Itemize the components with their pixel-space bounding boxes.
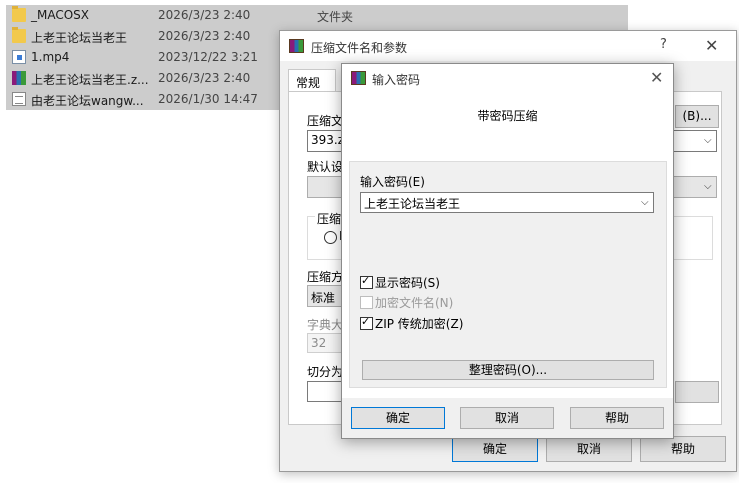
dictionary-size-label: 字典大 bbox=[307, 318, 344, 332]
compression-method-label: 压缩方 bbox=[307, 270, 344, 284]
split-volume-label: 切分为 bbox=[307, 365, 344, 379]
help-icon[interactable]: ? bbox=[660, 37, 667, 52]
password-dialog: 输入密码 ✕ 带密码压缩 输入密码(E) 上老王论坛当老王 ⌵ 显示密码(S) … bbox=[341, 63, 674, 439]
show-password-checkbox[interactable] bbox=[360, 274, 373, 289]
folder-icon bbox=[12, 27, 26, 43]
help-button[interactable]: 帮助 bbox=[640, 436, 726, 462]
file-name: _MACOSX bbox=[31, 8, 90, 22]
close-icon[interactable]: ✕ bbox=[705, 36, 718, 55]
password-dialog-title: 输入密码 bbox=[372, 73, 421, 87]
video-file-icon bbox=[12, 50, 26, 64]
encrypt-filenames-checkbox bbox=[360, 296, 373, 309]
file-date: 2026/3/23 2:40 bbox=[158, 71, 251, 85]
text-file-icon bbox=[12, 92, 26, 106]
ok-button[interactable]: 确定 bbox=[452, 436, 538, 462]
winrar-icon bbox=[289, 39, 304, 53]
default-profile-label: 默认设 bbox=[307, 160, 344, 174]
password-label: 输入密码(E) bbox=[360, 175, 425, 189]
winrar-icon bbox=[351, 71, 366, 85]
encrypt-filenames-label: 加密文件名(N) bbox=[375, 296, 454, 310]
password-dialog-footer: 确定 取消 帮助 bbox=[342, 398, 673, 438]
folder-icon bbox=[12, 6, 26, 22]
password-heading: 带密码压缩 bbox=[477, 109, 538, 123]
organize-passwords-button[interactable]: 整理密码(O)... bbox=[362, 360, 654, 380]
cancel-button[interactable]: 取消 bbox=[546, 436, 632, 462]
chevron-down-icon[interactable]: ⌵ bbox=[704, 181, 712, 192]
zip-legacy-encryption-label: ZIP 传统加密(Z) bbox=[375, 317, 464, 331]
file-date: 2023/12/22 3:21 bbox=[158, 50, 258, 64]
archive-format-label: 压缩 bbox=[315, 210, 344, 227]
password-group: 输入密码(E) 上老王论坛当老王 ⌵ 显示密码(S) 加密文件名(N) ZIP … bbox=[349, 161, 667, 388]
password-dialog-titlebar[interactable]: 输入密码 ✕ bbox=[342, 64, 673, 93]
file-name: 上老王论坛当老王 bbox=[31, 31, 128, 45]
password-input[interactable]: 上老王论坛当老王 ⌵ bbox=[360, 192, 654, 213]
file-date: 2026/3/23 2:40 bbox=[158, 29, 251, 43]
browse-button[interactable]: (B)... bbox=[675, 105, 719, 128]
close-icon[interactable]: ✕ bbox=[650, 68, 663, 87]
tab-general[interactable]: 常规 bbox=[288, 69, 336, 92]
file-date: 2026/1/30 14:47 bbox=[158, 92, 258, 106]
format-radio[interactable] bbox=[324, 231, 337, 244]
cancel-button[interactable]: 取消 bbox=[460, 407, 554, 429]
tab-general-label: 常规 bbox=[296, 76, 321, 90]
rar-archive-icon bbox=[12, 71, 26, 85]
panel-button[interactable] bbox=[675, 381, 719, 403]
chevron-down-icon[interactable]: ⌵ bbox=[641, 197, 649, 208]
help-button[interactable]: 帮助 bbox=[570, 407, 664, 429]
archive-name-label: 压缩文 bbox=[307, 114, 344, 128]
password-dialog-body: 带密码压缩 输入密码(E) 上老王论坛当老王 ⌵ 显示密码(S) 加密文件名(N… bbox=[342, 93, 673, 438]
file-date: 2026/3/23 2:40 bbox=[158, 8, 251, 22]
file-row[interactable]: _MACOSX 2026/3/23 2:40 文件夹 bbox=[6, 5, 628, 26]
file-type: 文件夹 bbox=[317, 10, 354, 24]
show-password-label: 显示密码(S) bbox=[375, 276, 440, 290]
zip-legacy-encryption-checkbox[interactable] bbox=[360, 315, 373, 330]
chevron-down-icon[interactable]: ⌵ bbox=[704, 135, 712, 146]
ok-button[interactable]: 确定 bbox=[351, 407, 445, 429]
file-name: 1.mp4 bbox=[31, 50, 70, 64]
compression-method-value: 标准 bbox=[311, 291, 336, 305]
file-name: 由老王论坛wangw... bbox=[31, 94, 144, 108]
archive-dialog-titlebar[interactable]: 压缩文件名和参数 ? ✕ bbox=[280, 31, 736, 61]
archive-dialog-title: 压缩文件名和参数 bbox=[311, 41, 408, 55]
password-value: 上老王论坛当老王 bbox=[364, 197, 461, 211]
file-name: 上老王论坛当老王.z... bbox=[31, 73, 149, 87]
dictionary-size-value: 32 bbox=[311, 336, 327, 350]
